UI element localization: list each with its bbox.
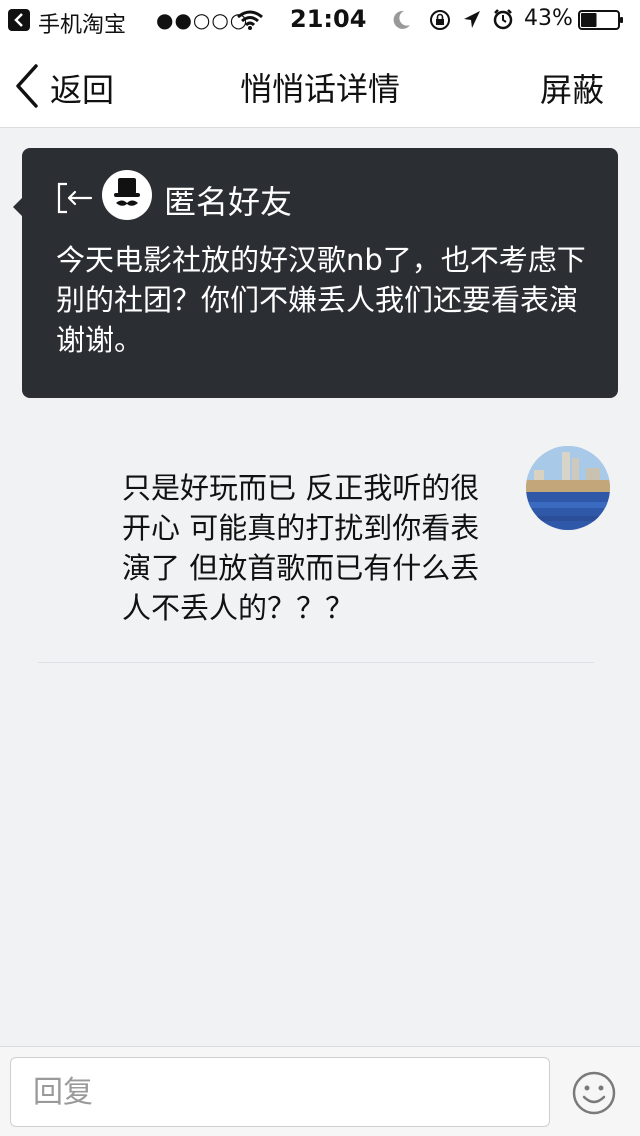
anonymous-message-card: 匿名好友 今天电影社放的好汉歌nb了，也不考虑下别的社团？你们不嫌丢人我们还要看…	[13, 148, 618, 398]
back-button-label: 返回	[50, 71, 115, 109]
user-avatar[interactable]	[526, 446, 610, 530]
page: 手机淘宝 ●●○○○ 21:04 43% 返回 悄悄话详情 屏蔽 匿名好友 今天…	[0, 0, 640, 1136]
divider	[38, 662, 594, 663]
battery-icon	[578, 10, 623, 30]
reply-input[interactable]	[10, 1057, 550, 1127]
emoji-icon[interactable]	[570, 1069, 618, 1117]
alarm-icon	[493, 9, 513, 30]
source-app-name[interactable]: 手机淘宝	[38, 7, 126, 39]
back-button[interactable]: 返回	[14, 62, 134, 110]
block-button[interactable]: 屏蔽	[540, 65, 604, 111]
chevron-left-icon	[16, 64, 38, 108]
anonymous-avatar	[102, 170, 152, 220]
back-to-app-icon[interactable]	[8, 9, 30, 31]
sender-name: 匿名好友	[164, 183, 293, 221]
page-title: 悄悄话详情	[239, 70, 400, 108]
do-not-disturb-icon	[393, 10, 410, 29]
battery-percent: 43%	[524, 6, 573, 31]
reply-text: 只是好玩而已 反正我听的很开心 可能真的打扰到你看表演了 但放首歌而已有什么丢人…	[122, 471, 480, 625]
navigation-bar: 返回 悄悄话详情 屏蔽	[0, 40, 640, 128]
location-icon	[464, 11, 480, 28]
exit-share-icon[interactable]	[55, 181, 93, 215]
reply-panel: 只是好玩而已 反正我听的很开心 可能真的打扰到你看表演了 但放首歌而已有什么丢人…	[20, 412, 620, 1052]
message-text: 今天电影社放的好汉歌nb了，也不考虑下别的社团？你们不嫌丢人我们还要看表演谢谢。	[56, 243, 586, 357]
rotation-lock-icon	[430, 10, 450, 30]
avatar-image	[526, 446, 610, 530]
clock-time: 21:04	[290, 5, 367, 33]
reply-input-bar	[0, 1046, 640, 1136]
wifi-icon	[237, 10, 263, 30]
status-bar: 手机淘宝 ●●○○○ 21:04 43%	[0, 0, 640, 40]
signal-strength: ●●○○○	[156, 8, 249, 32]
top-hat-mustache-icon	[114, 178, 140, 206]
